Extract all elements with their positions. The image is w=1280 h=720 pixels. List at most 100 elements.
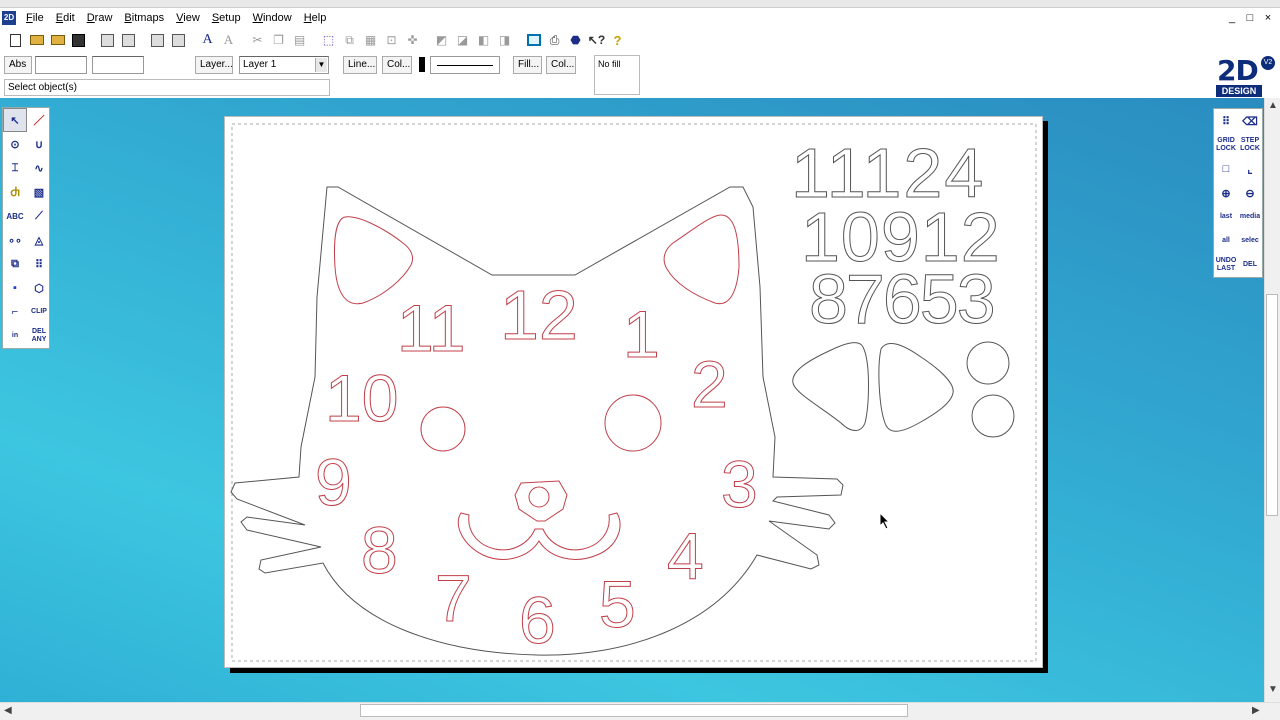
page-view-button[interactable]: □ xyxy=(1214,157,1238,181)
line-style-preview[interactable] xyxy=(430,56,500,74)
y-coordinate-field[interactable] xyxy=(92,56,144,74)
dial-3[interactable]: 3 xyxy=(721,447,759,522)
drawing-sheet[interactable]: 12 1 2 3 4 5 6 7 8 9 10 11 11124 10912 8… xyxy=(224,116,1043,668)
screen-view-button[interactable] xyxy=(524,31,543,50)
tool-clip[interactable]: CLIP xyxy=(27,300,51,324)
tool-eraser[interactable]: ⬡ xyxy=(27,276,51,300)
axis-button[interactable]: ⌞ xyxy=(1238,157,1262,181)
tool-select[interactable]: ↖ xyxy=(3,108,27,132)
layer-select[interactable]: Layer 1 ▼ xyxy=(239,56,329,74)
right-eye[interactable] xyxy=(604,394,662,452)
copy-button[interactable]: ❐ xyxy=(269,31,288,50)
close-button[interactable]: × xyxy=(1262,12,1274,24)
menu-setup[interactable]: Setup xyxy=(206,9,247,27)
context-help-button[interactable]: ↖? xyxy=(587,31,606,50)
menu-view[interactable]: View xyxy=(170,9,206,27)
tool-move[interactable]: ▪ xyxy=(3,276,27,300)
tool-array[interactable]: ⠿ xyxy=(27,252,51,276)
drawing-canvas[interactable]: 12 1 2 3 4 5 6 7 8 9 10 11 11124 10912 8… xyxy=(225,117,1044,669)
select-toggle-button[interactable]: selec xyxy=(1238,229,1262,253)
tool-polygon[interactable]: ◬ xyxy=(27,228,51,252)
minimize-button[interactable]: _ xyxy=(1226,12,1238,24)
group-button[interactable]: ⧉ xyxy=(340,31,359,50)
dial-1[interactable]: 1 xyxy=(623,297,661,372)
new-file-button[interactable] xyxy=(6,31,25,50)
step-lock-button[interactable]: STEP LOCK xyxy=(1238,133,1262,157)
open-button[interactable] xyxy=(27,31,46,50)
select-all-button[interactable]: all xyxy=(1214,229,1238,253)
spare-right-ear[interactable] xyxy=(878,342,954,432)
app-icon[interactable]: 2D xyxy=(2,11,16,25)
arrange-front-button[interactable]: ◩ xyxy=(432,31,451,50)
spare-row-3[interactable]: 87653 xyxy=(809,260,997,339)
tool-copy[interactable]: ⧉ xyxy=(3,252,27,276)
help-button[interactable]: ? xyxy=(608,31,627,50)
fill-color-button[interactable]: Col... xyxy=(546,56,576,74)
ungroup-button[interactable]: ▦ xyxy=(361,31,380,50)
menu-window[interactable]: Window xyxy=(247,9,298,27)
menu-edit[interactable]: Edit xyxy=(50,9,81,27)
dial-6[interactable]: 6 xyxy=(519,583,557,658)
export-button[interactable] xyxy=(119,31,138,50)
menu-file[interactable]: File xyxy=(20,9,50,27)
zoom-out-button[interactable]: ⊖ xyxy=(1238,181,1262,205)
tool-line[interactable]: ／ xyxy=(27,108,51,132)
menu-bitmaps[interactable]: Bitmaps xyxy=(118,9,170,27)
tool-dimension[interactable]: ⟋ xyxy=(27,204,51,228)
line-color-swatch[interactable] xyxy=(419,57,425,72)
scroll-left-icon[interactable]: ◀ xyxy=(4,705,12,716)
right-ear[interactable] xyxy=(663,214,740,305)
arrange-back-button[interactable]: ◪ xyxy=(453,31,472,50)
tool-offset[interactable]: Ⴛ xyxy=(3,180,27,204)
arrange-forward-button[interactable]: ◧ xyxy=(474,31,493,50)
tool-delete-any[interactable]: DEL ANY xyxy=(27,324,51,348)
zoom-in-button[interactable]: ⊕ xyxy=(1214,181,1238,205)
eraser-view-button[interactable]: ⌫ xyxy=(1238,109,1262,133)
paste-button[interactable]: ▤ xyxy=(290,31,309,50)
x-coordinate-field[interactable] xyxy=(35,56,87,74)
cut-output-button[interactable]: ⬣ xyxy=(566,31,585,50)
line-style-button[interactable]: Line... xyxy=(343,56,377,74)
layer-button[interactable]: Layer... xyxy=(195,56,233,74)
tool-points[interactable]: ∘∘ xyxy=(3,228,27,252)
save-button[interactable] xyxy=(69,31,88,50)
tool-hatch[interactable]: ▧ xyxy=(27,180,51,204)
line-color-button[interactable]: Col... xyxy=(382,56,412,74)
scroll-up-icon[interactable]: ▲ xyxy=(1268,100,1278,111)
distribute-button[interactable]: ✜ xyxy=(403,31,422,50)
tool-arc[interactable]: ∪ xyxy=(27,132,51,156)
dial-7[interactable]: 7 xyxy=(435,561,473,636)
menu-draw[interactable]: Draw xyxy=(81,9,119,27)
dial-8[interactable]: 8 xyxy=(361,513,399,588)
mouth[interactable] xyxy=(457,512,621,560)
dial-5[interactable]: 5 xyxy=(599,567,637,642)
dial-10[interactable]: 10 xyxy=(325,361,399,436)
grid-dots-button[interactable]: ⠿ xyxy=(1214,109,1238,133)
tool-circle[interactable]: ⊙ xyxy=(3,132,27,156)
dial-2[interactable]: 2 xyxy=(691,347,729,422)
scroll-down-icon[interactable]: ▼ xyxy=(1268,684,1278,695)
fill-button[interactable]: Fill... xyxy=(513,56,542,74)
print-button[interactable]: ⎙ xyxy=(545,31,564,50)
dial-4[interactable]: 4 xyxy=(667,519,705,594)
spare-circle-1[interactable] xyxy=(966,341,1010,385)
abs-button[interactable]: Abs xyxy=(4,56,32,74)
grid-lock-button[interactable]: GRID LOCK xyxy=(1214,133,1238,157)
dial-12[interactable]: 12 xyxy=(500,276,579,355)
zoom-window-button[interactable] xyxy=(148,31,167,50)
tool-select-in[interactable]: in xyxy=(3,324,27,348)
menu-help[interactable]: Help xyxy=(298,9,333,27)
text-style-button[interactable]: A xyxy=(219,31,238,50)
dial-11[interactable]: 11 xyxy=(397,291,467,366)
align-button[interactable]: ⊡ xyxy=(382,31,401,50)
text-font-button[interactable]: A xyxy=(198,31,217,50)
horizontal-scroll-thumb[interactable] xyxy=(360,704,908,717)
tool-curve[interactable]: ∿ xyxy=(27,156,51,180)
select-area-button[interactable]: ⬚ xyxy=(319,31,338,50)
tool-text[interactable]: ABC xyxy=(3,204,27,228)
select-median-button[interactable]: media xyxy=(1238,205,1262,229)
cut-button[interactable]: ✂ xyxy=(248,31,267,50)
arrange-backward-button[interactable]: ◨ xyxy=(495,31,514,50)
open-library-button[interactable] xyxy=(48,31,67,50)
undo-last-button[interactable]: UNDO LAST xyxy=(1214,253,1238,277)
